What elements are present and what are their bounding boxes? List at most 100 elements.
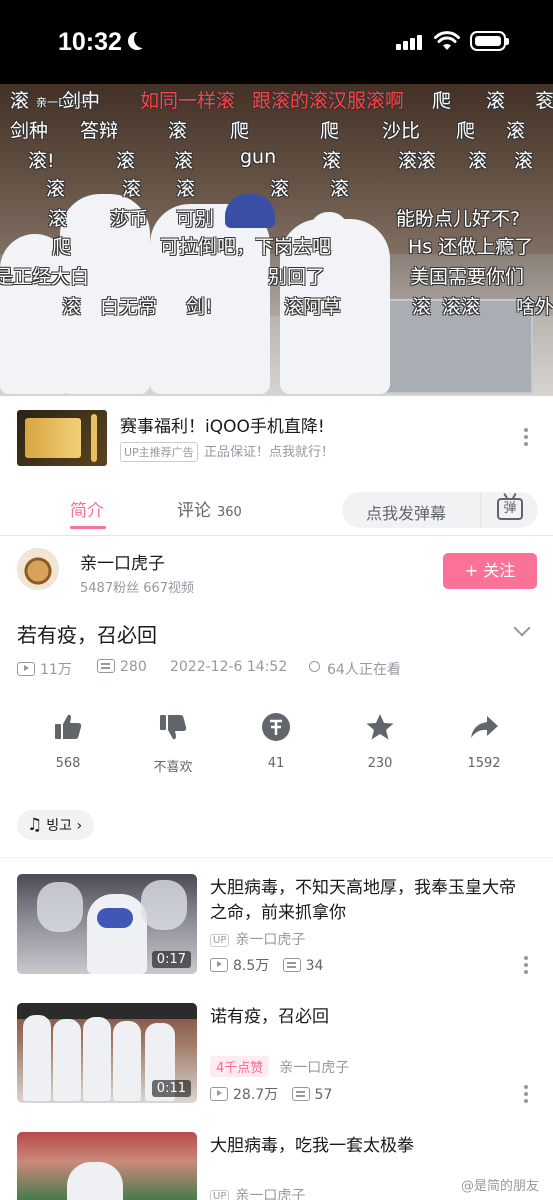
- status-bar: 10:32: [0, 0, 553, 84]
- danmaku-comment: 答辩: [80, 120, 119, 142]
- ad-title[interactable]: 赛事福利！iQOO手机直降!: [120, 412, 325, 437]
- music-note-icon: ♫: [27, 815, 43, 835]
- danmaku-comment: 滚阿草: [284, 296, 342, 318]
- related-thumbnail[interactable]: [17, 1132, 197, 1200]
- ad-banner[interactable]: 赛事福利！iQOO手机直降! UP主推荐广告 正品保证！点我就行！: [0, 396, 553, 484]
- danmaku-comment: 滚: [168, 120, 188, 142]
- video-player[interactable]: 亲一口虎子 滚剑中 如同一样滚 跟滚的滚汉服滚啊爬滚衮剑种 答辩滚爬爬沙比爬滚滚! 滚滚…: [0, 84, 553, 396]
- danmu-count-icon: [282, 958, 301, 972]
- related-title[interactable]: 大胆病毒，吃我一套太极拳: [210, 1134, 528, 1159]
- danmaku-comment: 是正经大白: [0, 266, 90, 288]
- danmaku-comment: 滚滚: [442, 296, 481, 318]
- danmaku-comment: 沙比: [382, 120, 421, 142]
- play-count-icon: [210, 1087, 228, 1101]
- publish-datetime: 2022-12-6 14:52: [170, 659, 288, 675]
- tab-comments[interactable]: 评论 360: [177, 496, 242, 521]
- danmaku-comment: 滚: [10, 90, 30, 112]
- danmaku-comment: 滚: [506, 120, 526, 142]
- related-uploader[interactable]: UP 亲一口虎子: [210, 929, 305, 949]
- status-time: 10:32: [58, 28, 122, 56]
- danmaku-comment: 可别: [176, 208, 215, 230]
- danmu-input[interactable]: 点我发弹幕: [342, 492, 480, 528]
- danmaku-comment: 莎币: [110, 208, 149, 230]
- views-stat: 11万: [17, 659, 72, 679]
- video-title: 若有疫，召必回: [17, 623, 157, 647]
- danmaku-comment: 爬: [230, 120, 250, 142]
- danmaku-comment: 滚: [46, 178, 66, 200]
- danmaku-comment: 剑!: [186, 296, 213, 318]
- more-icon[interactable]: [524, 428, 528, 446]
- related-uploader[interactable]: 4千点赞 亲一口虎子: [210, 1056, 349, 1077]
- danmaku-comment: 剑中: [62, 90, 101, 112]
- duration-badge: 0:17: [151, 951, 191, 968]
- danmaku-comment: 滚: [330, 178, 350, 200]
- more-icon[interactable]: [524, 1085, 528, 1103]
- coin-icon: [262, 713, 290, 741]
- related-video-item[interactable]: 0:11 诺有疫，召必回 4千点赞 亲一口虎子 28.7万 57: [0, 1003, 553, 1111]
- thumbs-down-icon: [160, 715, 187, 740]
- danmu-count-icon: [291, 1087, 310, 1101]
- danmaku-comment: 滚: [270, 178, 290, 200]
- danmaku-comment: 滚: [514, 150, 534, 172]
- danmaku-comment: 跟滚的滚汉服滚啊: [252, 90, 405, 112]
- thumbs-up-icon: [55, 714, 82, 739]
- danmaku-comment: 滚: [486, 90, 506, 112]
- signal-icon: [396, 34, 424, 50]
- watermark: @是简的朋友: [460, 1179, 539, 1194]
- share-button[interactable]: 1592: [444, 712, 524, 771]
- duration-badge: 0:11: [151, 1080, 191, 1097]
- danmaku-comment: 可拉倒吧，下岗去吧: [160, 236, 332, 258]
- related-title[interactable]: 大胆病毒，不知天高地厚，我奉玉皇大帝之命，前来抓拿你: [210, 876, 528, 926]
- related-title[interactable]: 诺有疫，召必回: [210, 1005, 528, 1030]
- star-icon: [366, 714, 394, 740]
- danmaku-comment: 爬: [456, 120, 476, 142]
- danmaku-comment: 别回了: [268, 266, 326, 288]
- danmaku-comment: 爬: [52, 236, 72, 258]
- danmaku-comment: 剑种: [10, 120, 49, 142]
- danmaku-comment: 爬: [432, 90, 452, 112]
- danmu-stat: 280: [97, 659, 147, 675]
- danmaku-comment: 滚: [174, 150, 194, 172]
- related-stats: 28.7万 57: [210, 1084, 332, 1104]
- uploader-meta: 5487粉丝 667视频: [80, 581, 195, 596]
- more-icon[interactable]: [524, 956, 528, 974]
- danmaku-comment: 能盼点儿好不?: [396, 208, 521, 230]
- danmaku-comment: 滚: [122, 178, 142, 200]
- danmaku-comment: 滚: [116, 150, 136, 172]
- ad-subtitle: 正品保证！点我就行！: [204, 445, 335, 460]
- ad-tag: UP主推荐广告: [120, 442, 198, 462]
- favorite-button[interactable]: 230: [340, 712, 420, 771]
- related-thumbnail[interactable]: 0:11: [17, 1003, 197, 1103]
- dislike-button[interactable]: 不喜欢: [133, 712, 213, 775]
- ad-thumbnail[interactable]: [17, 410, 107, 466]
- uploader-name[interactable]: 亲一口虎子: [80, 549, 165, 574]
- danmu-toggle-button[interactable]: 弹: [480, 492, 538, 528]
- danmaku-comment: 啥外: [516, 296, 553, 318]
- share-icon: [471, 716, 498, 738]
- related-uploader[interactable]: UP 亲一口虎子: [210, 1185, 305, 1200]
- related-thumbnail[interactable]: 0:17: [17, 874, 197, 974]
- divider: [0, 857, 553, 858]
- danmaku-comment: 滚: [176, 178, 196, 200]
- tab-intro[interactable]: 简介: [70, 496, 104, 521]
- danmaku-comment: Hs 还做上瘾了: [408, 236, 534, 258]
- tab-underline: [70, 526, 106, 529]
- coin-button[interactable]: 41: [236, 712, 316, 771]
- watching-stat: 64人正在看: [307, 659, 401, 679]
- play-count-icon: [17, 662, 35, 676]
- danmaku-comment: 美国需要你们: [410, 266, 525, 288]
- danmaku-comment: 滚: [468, 150, 488, 172]
- follow-button[interactable]: + 关注: [443, 553, 537, 589]
- danmu-count-icon: [97, 659, 115, 673]
- up-badge: UP: [210, 934, 230, 947]
- related-video-item[interactable]: 0:17 大胆病毒，不知天高地厚，我奉玉皇大帝之命，前来抓拿你 UP 亲一口虎子 …: [0, 874, 553, 982]
- chevron-down-icon[interactable]: [513, 619, 531, 637]
- like-button[interactable]: 568: [28, 712, 108, 771]
- danmaku-comment: 滚: [412, 296, 432, 318]
- music-tag[interactable]: ♫ 빙고 ›: [17, 810, 95, 840]
- moon-icon: [134, 30, 152, 48]
- danmaku-comment: 如同一样滚: [140, 90, 236, 112]
- likes-badge: 4千点赞: [210, 1056, 270, 1077]
- detail-tabs: 简介 评论 360 点我发弹幕 弹: [0, 484, 553, 536]
- avatar[interactable]: [17, 548, 59, 590]
